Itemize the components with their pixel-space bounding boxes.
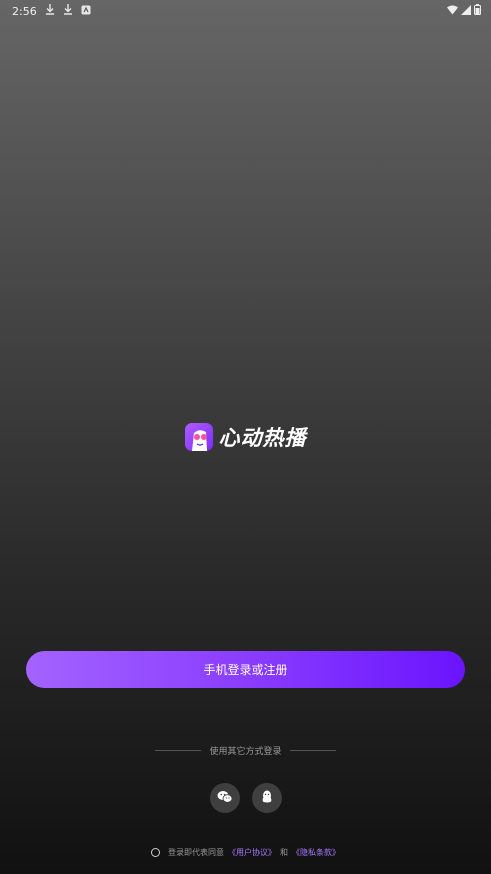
wechat-login-button[interactable] <box>209 783 240 813</box>
qq-login-button[interactable] <box>251 783 282 813</box>
agreement-row: 登录即代表同意 《用户协议》 和 《隐私条款》 <box>0 847 491 858</box>
status-bar: 2:56 <box>0 0 491 22</box>
notification-icon <box>81 5 91 18</box>
divider-line <box>155 750 202 751</box>
phone-login-button[interactable]: 手机登录或注册 <box>26 651 465 688</box>
app-name: 心动热播 <box>218 425 307 450</box>
status-left: 2:56 <box>12 4 91 18</box>
app-logo-icon <box>184 423 213 451</box>
battery-icon <box>474 4 481 18</box>
wifi-icon <box>447 5 458 18</box>
download-icon <box>45 4 55 18</box>
status-right <box>447 4 481 18</box>
other-login-divider: 使用其它方式登录 <box>0 744 491 757</box>
privacy-policy-link[interactable]: 《隐私条款》 <box>292 847 340 858</box>
agreement-checkbox[interactable] <box>151 848 160 857</box>
app-logo: 心动热播 <box>0 422 491 452</box>
wechat-icon <box>217 789 233 808</box>
other-login-label: 使用其它方式登录 <box>209 747 282 757</box>
qq-icon <box>261 789 273 808</box>
agreement-and: 和 <box>280 848 288 857</box>
agreement-prefix: 登录即代表同意 <box>168 848 224 857</box>
download-icon <box>63 4 73 18</box>
status-time: 2:56 <box>12 4 37 18</box>
user-agreement-link[interactable]: 《用户协议》 <box>228 847 276 858</box>
signal-icon <box>461 4 471 18</box>
social-login-row <box>0 783 491 813</box>
divider-line <box>289 750 336 751</box>
